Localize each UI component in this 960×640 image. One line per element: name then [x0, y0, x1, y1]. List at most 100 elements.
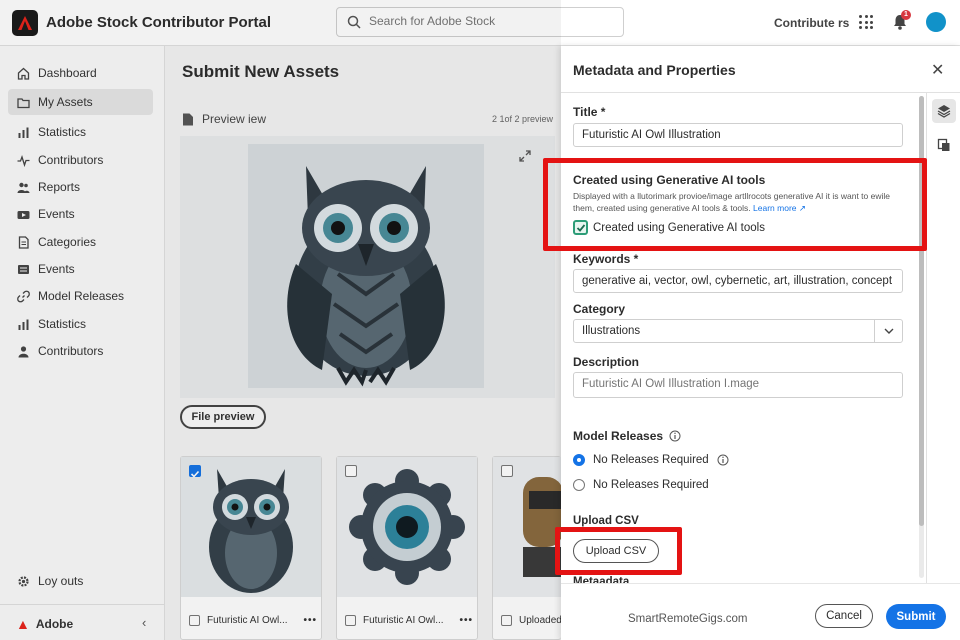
- radio-button[interactable]: [573, 454, 585, 466]
- thumbnail-checkbox[interactable]: [501, 614, 512, 626]
- category-value: Illustrations: [582, 325, 641, 337]
- keywords-input[interactable]: [573, 269, 903, 293]
- sidebar-item-label: Categories: [38, 235, 97, 249]
- title-input[interactable]: [573, 123, 903, 147]
- adobe-logo-icon: ▲: [16, 616, 30, 632]
- category-select[interactable]: Illustrations: [573, 319, 903, 343]
- radio-label: No Releases Required: [593, 479, 709, 491]
- sidebar-item-dashboard[interactable]: Dashboard: [8, 60, 153, 86]
- eye-thumbnail-image: [337, 457, 477, 597]
- radio-button[interactable]: [573, 479, 585, 491]
- adobe-brand[interactable]: ▲ Adobe: [16, 616, 73, 632]
- avatar[interactable]: [926, 12, 946, 32]
- search-input[interactable]: [369, 14, 609, 28]
- info-icon[interactable]: [717, 454, 729, 466]
- main-content: Submit New Assets Preview iew 2 1of 2 pr…: [166, 46, 563, 640]
- thumbnail-checkbox[interactable]: [345, 614, 356, 626]
- thumbnail-select-checkbox[interactable]: [501, 465, 513, 477]
- thumbnail-select-checkbox[interactable]: [345, 465, 357, 477]
- sidebar-item-label: Events: [38, 207, 75, 221]
- layers-icon[interactable]: [932, 99, 956, 123]
- keywords-label: Keywords *: [573, 252, 639, 266]
- file-preview-button[interactable]: File preview: [180, 405, 266, 429]
- thumbnail-checkbox[interactable]: [189, 614, 200, 626]
- model-releases-label-row: Model Releases: [573, 429, 681, 443]
- asset-thumbnail[interactable]: Futuristic AI Owl... •••: [336, 456, 478, 640]
- gen-ai-description: Displayed with a llutorimark provioe/ima…: [573, 190, 903, 214]
- gen-ai-checkbox-row[interactable]: Created using Generative AI tools: [573, 220, 765, 235]
- sidebar-item-categories[interactable]: Categories: [8, 229, 153, 255]
- sidebar-item-label: My Assets: [38, 95, 93, 109]
- bar-chart-icon: [16, 317, 30, 331]
- sidebar-item-my-assets[interactable]: My Assets: [8, 89, 153, 115]
- sidebar-item-label: Contributors: [38, 344, 104, 358]
- submit-button[interactable]: Submit: [886, 604, 946, 629]
- panel-rail: [926, 93, 960, 583]
- apps-grid-icon[interactable]: [859, 15, 873, 29]
- sidebar-item-label: Dashboard: [38, 66, 97, 80]
- preview-label: Preview iew: [202, 112, 267, 126]
- sidebar-item-logout[interactable]: Loy outs: [8, 568, 153, 594]
- gen-ai-heading: Created using Generative AI tools: [573, 173, 766, 187]
- sidebar-item-label: Loy outs: [38, 574, 84, 588]
- document-icon: [16, 235, 30, 249]
- panel-scrollbar[interactable]: [919, 96, 924, 578]
- cancel-button[interactable]: Cancel: [815, 604, 873, 628]
- upload-csv-label: Upload CSV: [573, 515, 639, 527]
- description-textarea[interactable]: [573, 372, 903, 398]
- link-icon: [16, 289, 30, 303]
- learn-more-link[interactable]: Learn more ↗: [753, 203, 806, 213]
- radio-no-releases-required[interactable]: No Releases Required: [573, 454, 729, 466]
- notification-badge: 1: [901, 10, 911, 20]
- panel-divider: [561, 92, 960, 93]
- close-icon[interactable]: ✕: [931, 60, 944, 80]
- copy-icon[interactable]: [932, 133, 956, 157]
- thumbnail-name: Uploaded: [519, 614, 561, 626]
- sidebar-item-label: Statistics: [38, 317, 87, 331]
- search-icon: [347, 15, 361, 29]
- radio-no-releases-required-2[interactable]: No Releases Required: [573, 479, 709, 491]
- upload-csv-button[interactable]: Upload CSV: [573, 539, 659, 563]
- sidebar-item-label: Statistics: [38, 125, 87, 139]
- sidebar-item-contributors[interactable]: Contributors: [8, 147, 153, 173]
- chevron-down-icon[interactable]: [874, 320, 902, 342]
- owl-preview-image: [248, 144, 484, 388]
- info-icon[interactable]: [669, 430, 681, 442]
- activity-icon: [16, 153, 30, 167]
- sidebar-item-reports[interactable]: Reports: [8, 174, 153, 200]
- asset-thumbnail[interactable]: Uploaded: [492, 456, 563, 640]
- sidebar-item-statistics-2[interactable]: Statistics: [8, 311, 153, 337]
- preview-area: [180, 136, 555, 398]
- title-label: Title *: [573, 105, 606, 119]
- bar-chart-icon: [16, 125, 30, 139]
- metadata-panel: Metadata and Properties ✕ Title * Create…: [543, 46, 960, 640]
- sidebar-item-model-releases[interactable]: Model Releases: [8, 283, 153, 309]
- sidebar-item-statistics[interactable]: Statistics: [8, 119, 153, 145]
- sidebar-item-contributors-2[interactable]: Contributors: [8, 338, 153, 364]
- adobe-stock-logo[interactable]: [12, 10, 38, 36]
- search-bar[interactable]: [336, 7, 624, 37]
- expand-icon[interactable]: [519, 150, 531, 162]
- sidebar-item-label: Events: [38, 262, 75, 276]
- more-options-icon[interactable]: •••: [459, 615, 473, 626]
- more-options-icon[interactable]: •••: [303, 615, 317, 626]
- sidebar: Dashboard My Assets Statistics Contribut…: [0, 46, 165, 640]
- asset-thumbnail[interactable]: Futuristic AI Owl... •••: [180, 456, 322, 640]
- brand-label: Adobe: [35, 617, 74, 631]
- thumbnail-footer: Uploaded: [501, 611, 561, 629]
- top-bar: Adobe Stock Contributor Portal Contribut…: [0, 0, 960, 46]
- gen-ai-checkbox[interactable]: [573, 220, 588, 235]
- thumbnail-name: Futuristic AI Owl...: [363, 614, 444, 626]
- sidebar-item-events-2[interactable]: Events: [8, 256, 153, 282]
- gen-ai-description-text: Displayed with a llutorimark provioe/ima…: [573, 191, 890, 213]
- sidebar-item-label: Reports: [38, 180, 81, 194]
- scrollbar-thumb[interactable]: [919, 96, 924, 526]
- video-icon: [16, 207, 30, 221]
- radio-label: No Releases Required: [593, 454, 709, 466]
- contribute-link[interactable]: Contribute rs: [774, 16, 849, 30]
- sidebar-item-events[interactable]: Events: [8, 201, 153, 227]
- thumbnail-select-checkbox[interactable]: [189, 465, 201, 478]
- collapse-sidebar-icon[interactable]: ‹: [142, 615, 146, 630]
- panel-title: Metadata and Properties: [573, 62, 736, 78]
- panel-footer: SmartRemoteGigs.com Cancel Submit: [561, 583, 960, 640]
